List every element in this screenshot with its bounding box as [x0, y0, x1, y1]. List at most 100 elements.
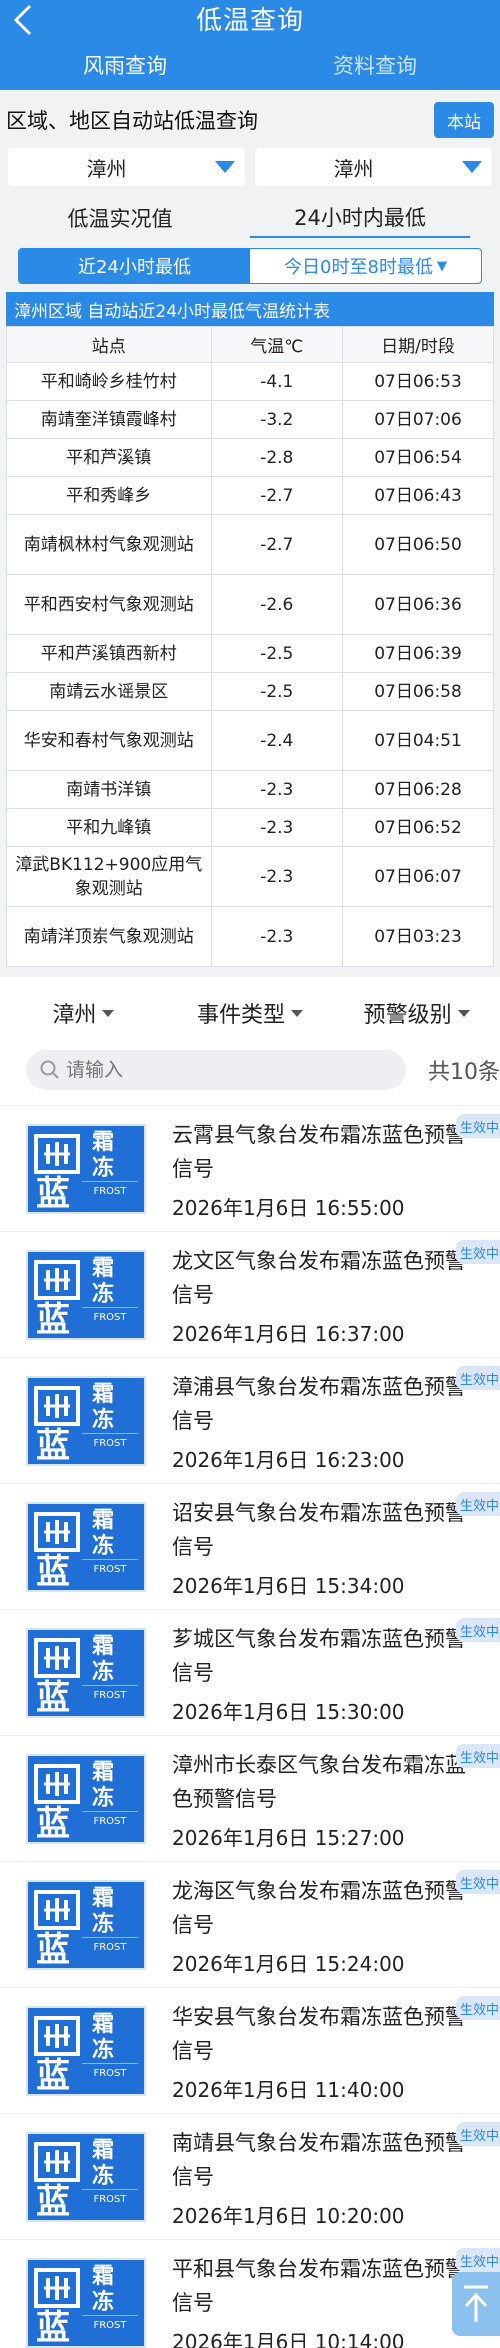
- station-search-row: 区域、地区自动站低温查询 本站: [0, 98, 500, 142]
- scroll-top-button[interactable]: [452, 2272, 500, 2336]
- icon-type-en-text: FROST: [93, 1438, 127, 1449]
- search-icon: [40, 1060, 59, 1079]
- filter-event-type-label: 事件类型: [197, 1003, 286, 1028]
- temp-cell: -2.8: [210, 438, 344, 477]
- alert-title: 云霄县气象台发布霜冻蓝色预警信号: [172, 1123, 466, 1181]
- alert-time: 2026年1月6日 15:30:00: [172, 1700, 405, 1724]
- tab-24h-min[interactable]: 24小时内最低: [250, 198, 470, 238]
- icon-level-text: 蓝: [36, 1930, 70, 1970]
- filter-event-type[interactable]: 事件类型: [167, 997, 334, 1029]
- alert-search-input[interactable]: [66, 1059, 366, 1081]
- list-item[interactable]: 蓝霜冻 FROST 龙海区气象台发布霜冻蓝色预警信号 2026年1月6日 15:24:…: [0, 1861, 500, 1987]
- table-row: 平和秀峰乡 -2.7 07日06:43: [6, 476, 494, 515]
- list-item[interactable]: 蓝霜冻 FROST 平和县气象台发布霜冻蓝色预警信号 2026年1月6日 10:14:…: [0, 2239, 500, 2348]
- filter-warning-level[interactable]: 预警级别: [333, 997, 500, 1029]
- time-cell: 07日06:53: [342, 362, 494, 401]
- segment-today-0-8[interactable]: 今日0时至8时最低 ▼: [250, 249, 481, 283]
- back-button[interactable]: [0, 0, 46, 40]
- list-item[interactable]: 蓝霜冻 FROST 漳浦县气象台发布霜冻蓝色预警信号 2026年1月6日 16:23:…: [0, 1357, 500, 1483]
- table-row: 南靖云水谣景区 -2.5 07日06:58: [6, 672, 494, 711]
- district-select[interactable]: 漳州: [255, 148, 492, 186]
- time-cell: 07日06:39: [342, 634, 494, 673]
- frost-warning-icon: 蓝霜冻 FROST: [26, 1376, 146, 1466]
- time-cell: 07日06:52: [342, 808, 494, 847]
- temp-cell: -2.3: [210, 906, 344, 967]
- column-header-station: 站点: [6, 326, 212, 363]
- station-cell: 平和西安村气象观测站: [6, 574, 212, 635]
- list-item[interactable]: 蓝霜冻 FROST 南靖县气象台发布霜冻蓝色预警信号 2026年1月6日 10:20:…: [0, 2113, 500, 2239]
- table-row: 南靖枫林村气象观测站 -2.7 07日06:50: [6, 514, 494, 575]
- frost-warning-icon: 蓝霜冻 FROST: [26, 1124, 146, 1214]
- tab-low-temp-live[interactable]: 低温实况值: [10, 198, 230, 238]
- table-title: 漳州区域 自动站近24小时最低气温统计表: [6, 292, 494, 326]
- alert-search-box[interactable]: [26, 1050, 406, 1090]
- status-badge: 生效中: [456, 1870, 500, 1894]
- station-cell: 平和崎岭乡桂竹村: [6, 362, 212, 401]
- table-row: 平和芦溪镇 -2.8 07日06:54: [6, 438, 494, 477]
- temp-cell: -2.3: [210, 846, 344, 907]
- icon-divider: [82, 1307, 138, 1308]
- icon-divider: [82, 2063, 138, 2064]
- segment-last-24h[interactable]: 近24小时最低: [19, 249, 250, 283]
- alert-body: 龙海区气象台发布霜冻蓝色预警信号 2026年1月6日 15:24:00: [146, 1862, 500, 1987]
- table-row: 平和芦溪镇西新村 -2.5 07日06:39: [6, 634, 494, 673]
- station-cell: 平和秀峰乡: [6, 476, 212, 515]
- icon-type-text: 霜冻: [92, 1634, 115, 1685]
- page-title: 低温查询: [195, 5, 304, 36]
- table-row: 漳武BK112+900应用气象观测站 -2.3 07日06:07: [6, 846, 494, 907]
- alert-time: 2026年1月6日 10:20:00: [172, 2204, 405, 2228]
- list-item[interactable]: 蓝霜冻 FROST 诏安县气象台发布霜冻蓝色预警信号 2026年1月6日 15:34:…: [0, 1483, 500, 1609]
- station-cell: 漳武BK112+900应用气象观测站: [6, 846, 212, 907]
- caret-down-icon: [452, 161, 492, 173]
- icon-level-text: 蓝: [36, 1300, 70, 1340]
- icon-divider: [82, 1559, 138, 1560]
- icon-type-text: 霜冻: [92, 1256, 115, 1307]
- alert-title: 华安县气象台发布霜冻蓝色预警信号: [172, 2005, 466, 2063]
- region-selects: 漳州 漳州: [0, 142, 500, 192]
- alert-title: 平和县气象台发布霜冻蓝色预警信号: [172, 2257, 466, 2315]
- temp-cell: -2.4: [210, 710, 344, 771]
- station-cell: 南靖枫林村气象观测站: [6, 514, 212, 575]
- icon-divider: [82, 2189, 138, 2190]
- status-badge: 生效中: [456, 1492, 500, 1516]
- list-item[interactable]: 蓝霜冻 FROST 云霄县气象台发布霜冻蓝色预警信号 2026年1月6日 16:55:…: [0, 1105, 500, 1231]
- status-badge: 生效中: [456, 1366, 500, 1390]
- alert-body: 诏安县气象台发布霜冻蓝色预警信号 2026年1月6日 15:34:00: [146, 1484, 500, 1609]
- alert-body: 漳州市长泰区气象台发布霜冻蓝色预警信号 2026年1月6日 15:27:00: [146, 1736, 500, 1861]
- list-item[interactable]: 蓝霜冻 FROST 漳州市长泰区气象台发布霜冻蓝色预警信号 2026年1月6日 15:…: [0, 1735, 500, 1861]
- station-cell: 南靖书洋镇: [6, 770, 212, 809]
- icon-level-text: 蓝: [36, 2056, 70, 2096]
- table-header-row: 站点 气温℃ 日期/时段: [6, 326, 494, 363]
- alert-body: 漳浦县气象台发布霜冻蓝色预警信号 2026年1月6日 16:23:00: [146, 1358, 500, 1483]
- alert-title: 南靖县气象台发布霜冻蓝色预警信号: [172, 2131, 466, 2189]
- min-temp-table: 漳州区域 自动站近24小时最低气温统计表 站点 气温℃ 日期/时段 平和崎岭乡桂…: [6, 292, 494, 967]
- local-station-button[interactable]: 本站: [434, 102, 494, 138]
- filter-region[interactable]: 漳州: [0, 997, 167, 1029]
- alert-body: 南靖县气象台发布霜冻蓝色预警信号 2026年1月6日 10:20:00: [146, 2114, 500, 2239]
- alert-search-row: 共10条: [0, 1045, 500, 1095]
- time-cell: 07日06:58: [342, 672, 494, 711]
- frost-warning-icon: 蓝霜冻 FROST: [26, 1880, 146, 1970]
- table-row: 华安和春村气象观测站 -2.4 07日04:51: [6, 710, 494, 771]
- status-badge: 生效中: [456, 2122, 500, 2146]
- list-item[interactable]: 蓝霜冻 FROST 龙文区气象台发布霜冻蓝色预警信号 2026年1月6日 16:37:…: [0, 1231, 500, 1357]
- list-item[interactable]: 蓝霜冻 FROST 华安县气象台发布霜冻蓝色预警信号 2026年1月6日 11:40:…: [0, 1987, 500, 2113]
- district-select-value: 漳州: [333, 156, 374, 181]
- status-badge: 生效中: [456, 1240, 500, 1264]
- filter-warning-level-label: 预警级别: [363, 1003, 452, 1028]
- icon-type-en-text: FROST: [93, 1186, 127, 1197]
- icon-type-en-text: FROST: [93, 2068, 127, 2079]
- caret-down-icon: [457, 1009, 470, 1017]
- status-badge: 生效中: [456, 1618, 500, 1642]
- frost-warning-icon: 蓝霜冻 FROST: [26, 1250, 146, 1340]
- frost-symbol-icon: [34, 1764, 80, 1804]
- time-cell: 07日06:28: [342, 770, 494, 809]
- list-item[interactable]: 蓝霜冻 FROST 芗城区气象台发布霜冻蓝色预警信号 2026年1月6日 15:30:…: [0, 1609, 500, 1735]
- temp-cell: -2.7: [210, 514, 344, 575]
- table-row: 南靖奎洋镇霞峰村 -3.2 07日07:06: [6, 400, 494, 439]
- table-row: 南靖洋顶岽气象观测站 -2.3 07日03:23: [6, 906, 494, 967]
- icon-level-text: 蓝: [36, 1552, 70, 1592]
- station-search-label[interactable]: 区域、地区自动站低温查询: [0, 100, 428, 140]
- frost-symbol-icon: [34, 1890, 80, 1930]
- city-select[interactable]: 漳州: [8, 148, 245, 186]
